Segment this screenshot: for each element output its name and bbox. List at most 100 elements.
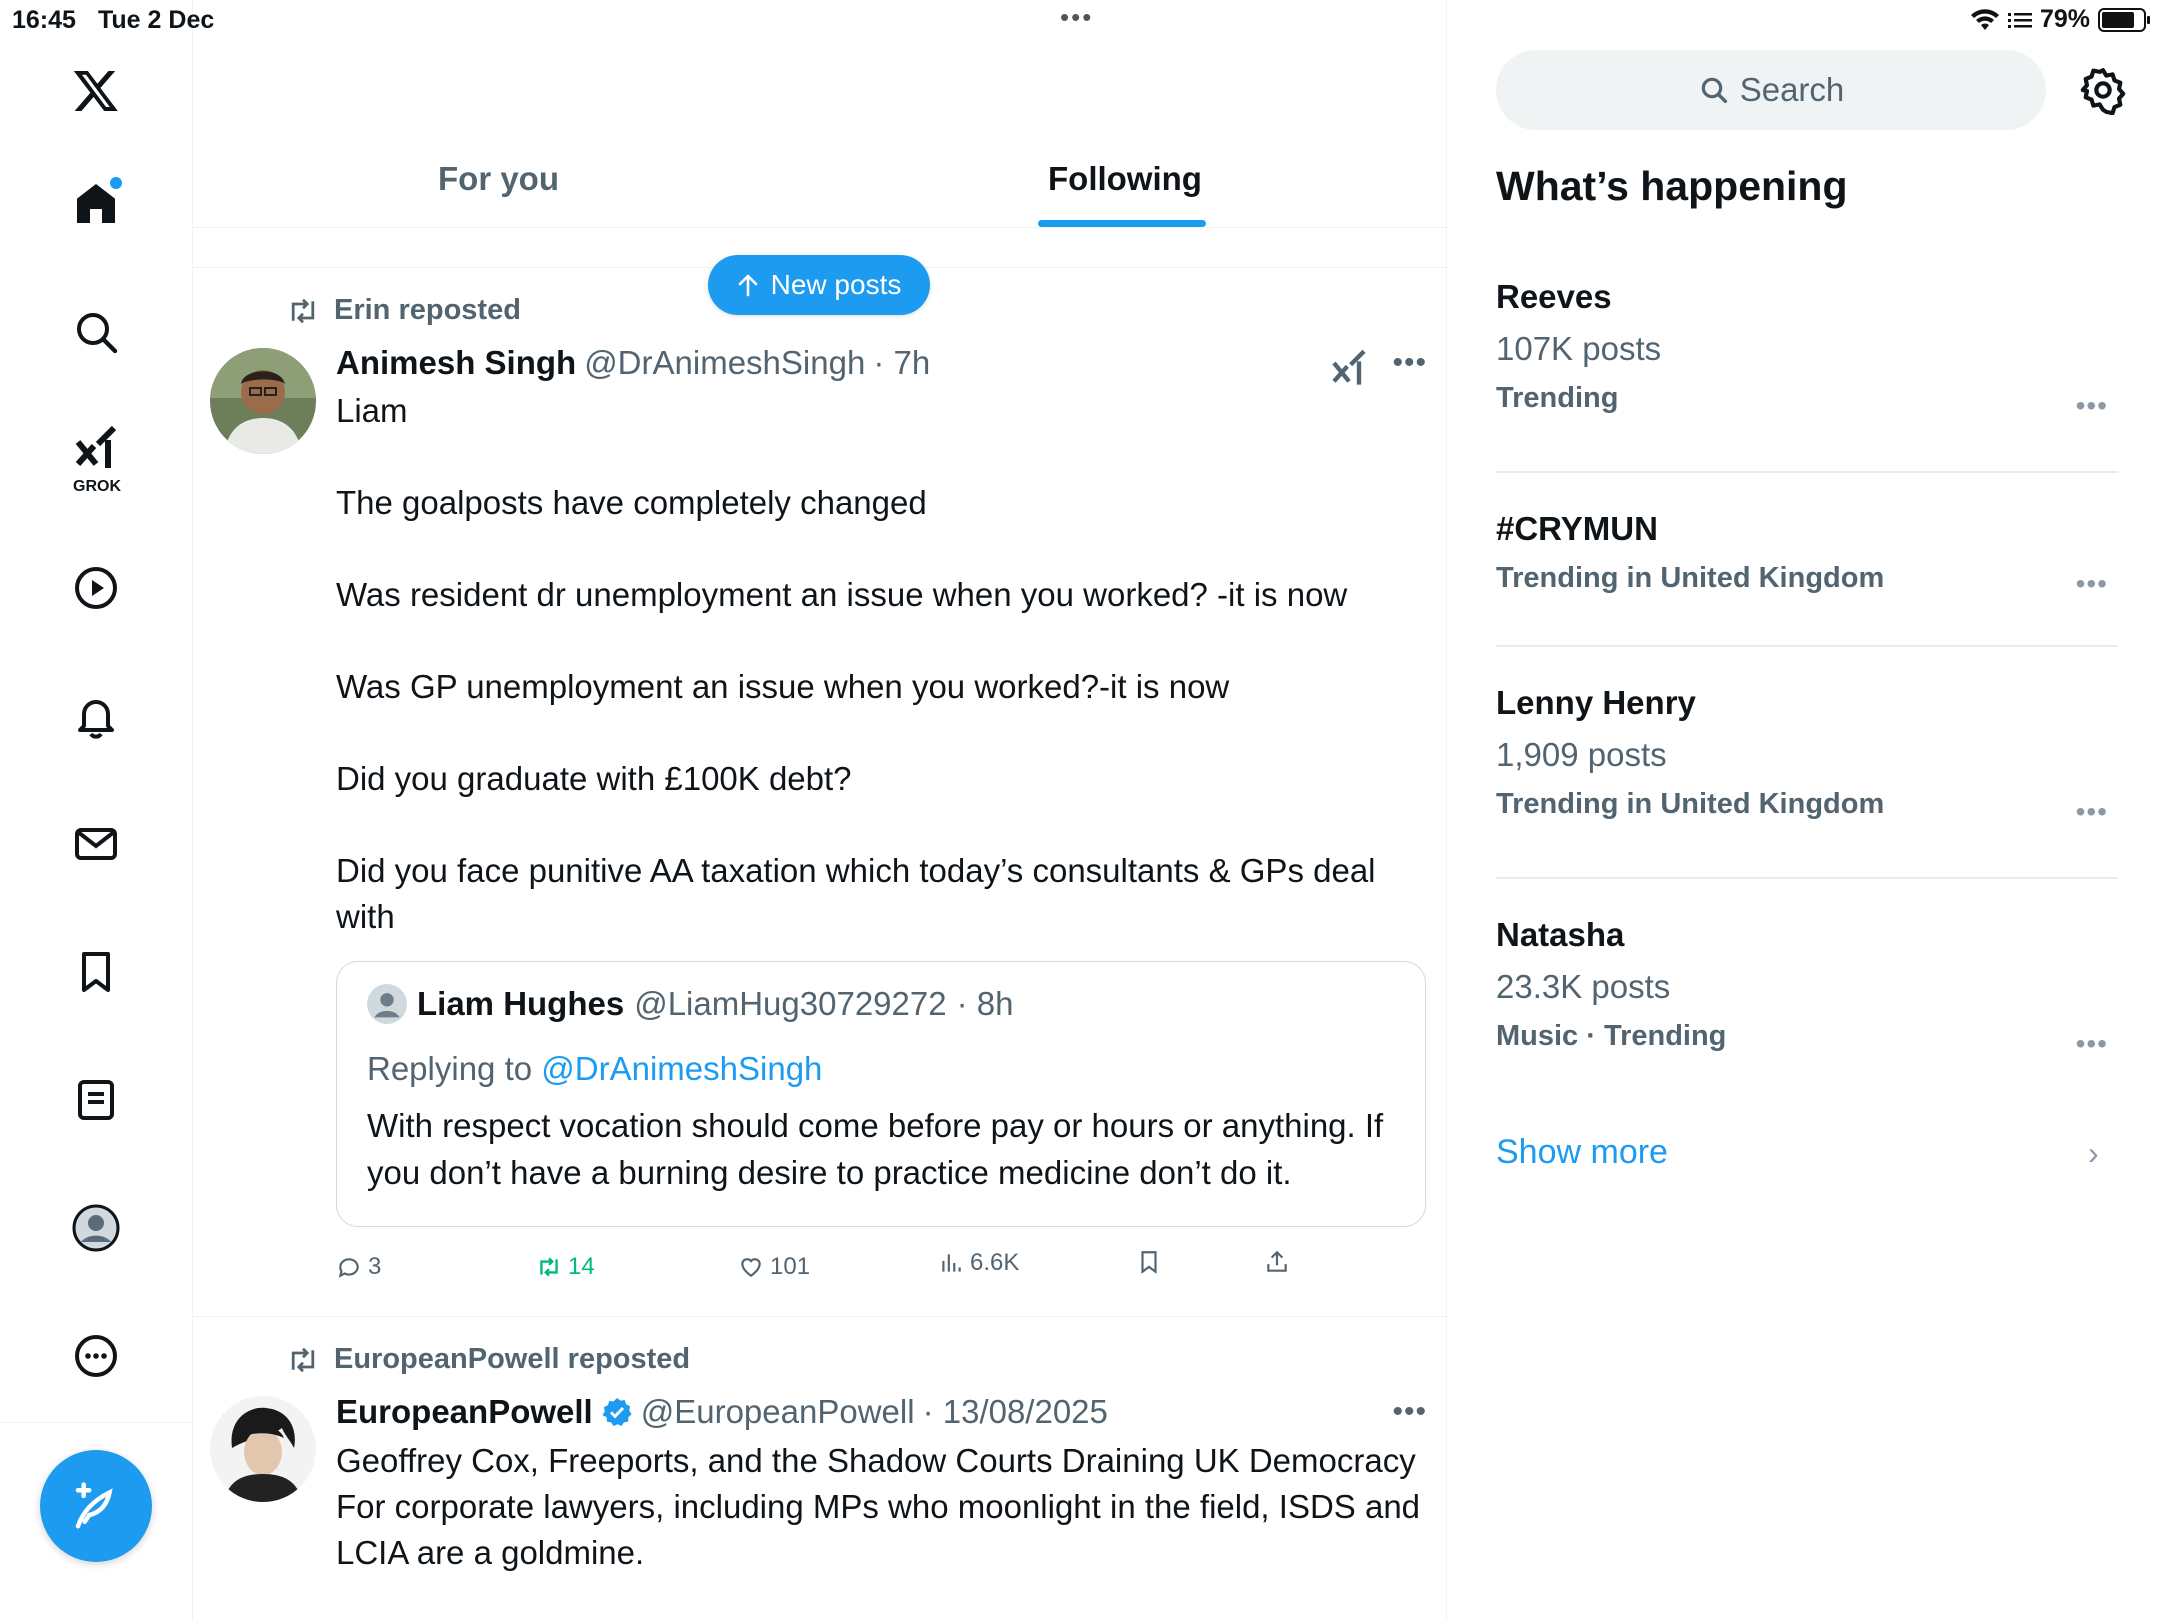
tab-for-you[interactable]: For you [438,160,559,198]
grok-label: GROK [73,478,121,495]
quoted-author-handle[interactable]: @LiamHug30729272 [634,985,946,1023]
grok-icon[interactable] [68,420,124,476]
like-button[interactable]: 101 [738,1253,810,1281]
author-name[interactable]: Animesh Singh [336,344,576,382]
show-more-link[interactable]: Show more [1496,1133,1668,1172]
post-paragraph: Geoffrey Cox, Freeports, and the Shadow … [336,1442,1416,1479]
share-icon [1267,1250,1287,1272]
reply-icon [338,1258,359,1278]
repost-indicator: Erin reposted [286,294,521,327]
trend-item[interactable]: Reeves 107K posts Trending ••• [1496,278,2116,421]
quoted-author-name[interactable]: Liam Hughes [417,985,624,1023]
views-count: 6.6K [970,1249,1020,1276]
profile-avatar-icon[interactable] [68,1200,124,1256]
trend-item[interactable]: #CRYMUN Trending in United Kingdom ••• [1496,510,2116,599]
post-header: EuropeanPowell @EuropeanPowell · 13/08/2… [336,1393,1108,1431]
repost-icon [291,1347,315,1372]
home-icon[interactable] [68,175,124,231]
status-time: 16:45 [12,6,76,34]
post-paragraph: The goalposts have completely changed [336,484,927,521]
trend-divider [1496,471,2118,473]
author-name[interactable]: EuropeanPowell [336,1393,593,1431]
post-paragraph: Was resident dr unemployment an issue wh… [336,576,1348,613]
trend-item[interactable]: Lenny Henry 1,909 posts Trending in Unit… [1496,684,2116,827]
compose-feather-icon [75,1482,113,1529]
quoted-post-header: Liam Hughes @LiamHug30729272 · 8h [367,984,1013,1024]
wifi-icon [1970,8,1999,30]
quoted-post-timestamp[interactable]: · 8h [957,985,1014,1023]
post-timestamp[interactable]: · 13/08/2025 [923,1393,1108,1431]
views-button[interactable]: 6.6K [938,1249,1019,1277]
post-more-icon[interactable]: ••• [1392,1395,1427,1429]
trend-title: #CRYMUN [1496,510,1658,547]
search-placeholder: Search [1739,71,1845,108]
new-posts-label: New posts [770,269,902,300]
feed-post[interactable]: EuropeanPowell reposted EuropeanPowell @… [193,1317,1446,1620]
battery-percent: 79% [2039,5,2090,33]
reply-button[interactable]: 3 [336,1253,381,1281]
trend-more-icon[interactable]: ••• [2076,568,2108,600]
more-options-circle-icon[interactable] [68,1328,124,1384]
share-button[interactable] [1264,1249,1290,1275]
post-timestamp[interactable]: · 7h [873,344,930,382]
compose-post-button[interactable] [40,1450,152,1562]
settings-gear-icon[interactable] [2078,65,2128,116]
author-handle[interactable]: @EuropeanPowell [641,1393,915,1431]
post-paragraph: For corporate lawyers, including MPs who… [336,1488,1421,1571]
trend-title: Reeves [1496,278,1612,315]
search-input[interactable]: Search [1496,50,2046,130]
x-logo-icon[interactable] [68,62,124,118]
lists-icon[interactable] [68,1072,124,1128]
trend-more-icon[interactable]: ••• [2076,1028,2108,1060]
left-navigation: GROK [0,0,193,1620]
main-feed: For you Following New posts Erin reposte… [193,0,1447,1620]
post-more-icon[interactable]: ••• [1392,346,1427,380]
post-actions: 3 14 101 6.6K [336,1249,1336,1293]
trend-title: Lenny Henry [1496,684,1696,721]
active-tab-indicator [1038,220,1206,227]
nav-divider [0,1422,193,1423]
repost-button[interactable]: 14 [536,1253,595,1281]
post-header: Animesh Singh @DrAnimeshSingh · 7h [336,344,930,382]
repost-count: 14 [568,1253,595,1280]
trend-divider [1496,877,2118,879]
bookmark-button[interactable] [1136,1249,1162,1275]
notifications-bell-icon[interactable] [68,688,124,744]
post-paragraph: Did you graduate with £100K debt? [336,760,852,797]
chevron-right-icon[interactable]: › [2088,1135,2099,1172]
status-right: 79% [1970,5,2150,34]
search-icon[interactable] [68,304,124,360]
video-play-icon[interactable] [68,560,124,616]
trend-meta: Trending in United Kingdom [1496,562,1885,594]
author-handle[interactable]: @DrAnimeshSingh [584,344,865,382]
quoted-post[interactable]: Liam Hughes @LiamHug30729272 · 8h Replyi… [336,961,1426,1227]
author-avatar[interactable] [210,1396,316,1502]
search-icon [1701,77,1727,104]
trend-divider [1496,645,2118,647]
quoted-avatar[interactable] [367,984,407,1024]
post-paragraph: Was GP unemployment an issue when you wo… [336,668,1230,705]
bookmarks-icon[interactable] [68,944,124,1000]
repost-icon [291,298,315,323]
like-count: 101 [770,1253,811,1280]
feed-post[interactable]: Erin reposted Animesh Singh @DrAnimeshSi… [193,268,1446,1318]
status-bar: 16:45 Tue 2 Dec ••• 79% [0,0,2160,40]
tab-following[interactable]: Following [1048,160,1202,198]
trend-post-count: 107K posts [1496,330,1662,367]
bookmark-icon [1141,1251,1157,1274]
trend-more-icon[interactable]: ••• [2076,390,2108,422]
replying-to-handle-link[interactable]: @DrAnimeshSingh [541,1050,822,1087]
messages-envelope-icon[interactable] [68,816,124,872]
repost-icon [540,1257,558,1277]
whats-happening-heading: What’s happening [1496,163,1848,209]
grok-explain-icon[interactable] [1329,348,1369,393]
new-posts-button[interactable]: New posts [708,255,930,315]
views-chart-icon [942,1254,961,1272]
post-paragraph: Did you face punitive AA taxation which … [336,852,1376,935]
author-avatar[interactable] [210,348,316,454]
multitasking-dots-icon[interactable]: ••• [1060,2,1093,33]
repost-indicator: EuropeanPowell reposted [286,1343,690,1376]
heart-icon [741,1258,761,1277]
trend-item[interactable]: Natasha 23.3K posts Music · Trending ••• [1496,916,2116,1059]
trend-more-icon[interactable]: ••• [2076,796,2108,828]
